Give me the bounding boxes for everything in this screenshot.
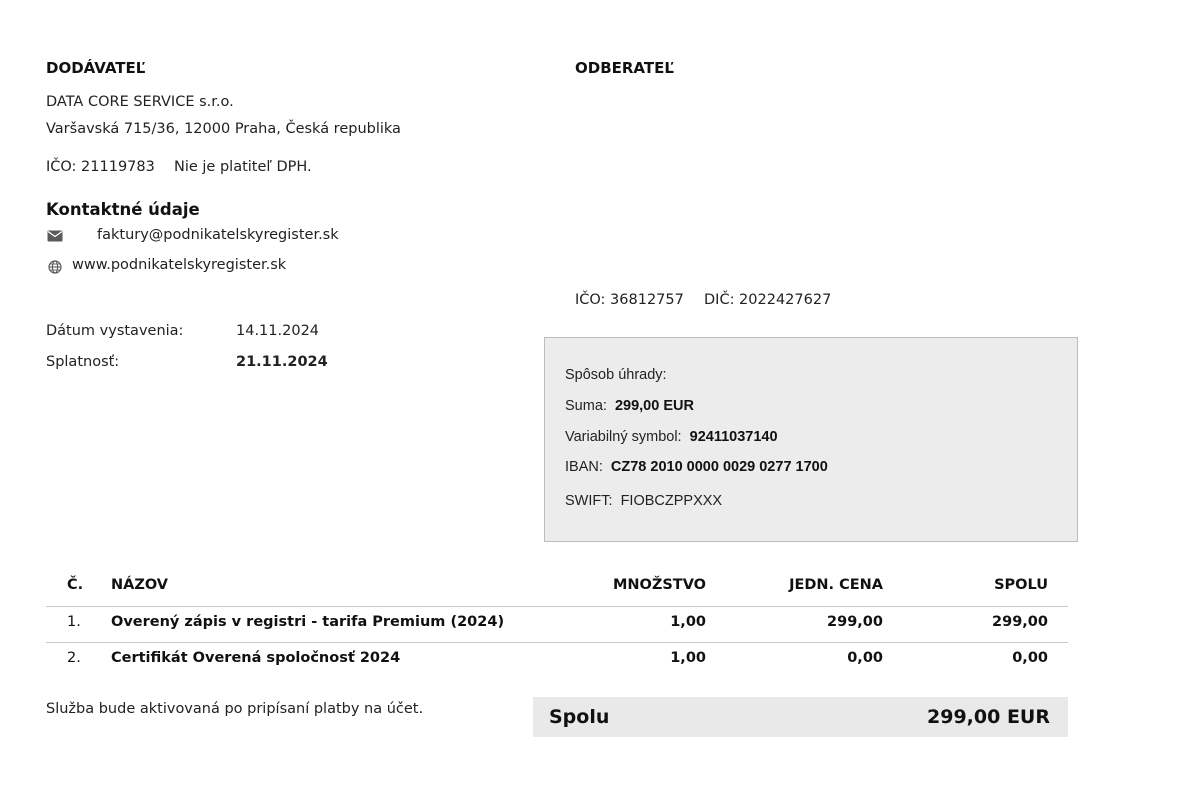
iban-value: CZ78 2010 0000 0029 0277 1700 [610, 459, 828, 475]
grand-total-value: 299,00 EUR [927, 706, 1050, 728]
swift-row: SWIFT: FIOBCZPPXXX [565, 493, 722, 509]
col-header-name: NÁZOV [111, 577, 169, 593]
payment-sum-value: 299,00 EUR [614, 398, 694, 414]
supplier-heading: DODÁVATEĽ [46, 59, 146, 77]
payment-info-box: Spôsob úhrady: Suma: 299,00 EUR Variabil… [544, 337, 1078, 542]
row-number: 2. [67, 650, 81, 666]
swift-label: SWIFT: [565, 493, 613, 509]
supplier-address: Varšavská 715/36, 12000 Praha, Česká rep… [46, 121, 401, 137]
envelope-icon [46, 229, 64, 243]
row-quantity: 1,00 [670, 650, 706, 666]
variable-symbol-label: Variabilný symbol: [565, 429, 682, 445]
row-item-name: Overený zápis v registri - tarifa Premiu… [111, 614, 505, 630]
row-unit-price: 299,00 [827, 614, 883, 630]
customer-heading: ODBERATEĽ [575, 59, 674, 77]
col-header-total: SPOLU [994, 577, 1048, 593]
col-header-qty: MNOŽSTVO [612, 577, 706, 593]
issue-date-label: Dátum vystavenia: [46, 323, 184, 339]
due-date-label: Splatnosť: [46, 354, 120, 370]
due-date-value: 21.11.2024 [236, 354, 328, 370]
col-header-no: Č. [67, 577, 84, 593]
payment-method-row: Spôsob úhrady: [565, 367, 671, 383]
payment-method-label: Spôsob úhrady: [565, 367, 667, 383]
activation-note: Služba bude aktivovaná po pripísaní plat… [46, 701, 424, 717]
table-header-divider [46, 606, 1068, 607]
col-header-unit-price: JEDN. CENA [789, 577, 883, 593]
issue-date-value: 14.11.2024 [236, 323, 320, 339]
table-row-divider [46, 642, 1068, 643]
variable-symbol-row: Variabilný symbol: 92411037140 [565, 429, 778, 445]
globe-icon [46, 260, 64, 274]
payment-sum-row: Suma: 299,00 EUR [565, 398, 694, 414]
row-item-name: Certifikát Overená spoločnosť 2024 [111, 650, 401, 666]
grand-total-label: Spolu [549, 706, 610, 728]
supplier-vat-status: Nie je platiteľ DPH. [174, 159, 312, 175]
supplier-ico: IČO: 21119783 [46, 159, 155, 175]
row-total: 0,00 [1012, 650, 1048, 666]
contact-email-link[interactable]: faktury@podnikatelskyregister.sk [97, 227, 339, 243]
iban-label: IBAN: [565, 459, 603, 475]
payment-sum-label: Suma: [565, 398, 607, 414]
iban-row: IBAN: CZ78 2010 0000 0029 0277 1700 [565, 459, 828, 475]
row-total: 299,00 [992, 614, 1048, 630]
swift-value: FIOBCZPPXXX [620, 493, 723, 509]
row-unit-price: 0,00 [847, 650, 883, 666]
variable-symbol-value: 92411037140 [689, 429, 778, 445]
supplier-name: DATA CORE SERVICE s.r.o. [46, 94, 234, 110]
contact-heading: Kontaktné údaje [46, 200, 200, 219]
contact-web-link[interactable]: www.podnikatelskyregister.sk [72, 257, 286, 273]
row-quantity: 1,00 [670, 614, 706, 630]
customer-dic: DIČ: 2022427627 [704, 292, 832, 308]
grand-total-bar: Spolu 299,00 EUR [533, 697, 1068, 737]
customer-ico: IČO: 36812757 [575, 292, 684, 308]
row-number: 1. [67, 614, 81, 630]
